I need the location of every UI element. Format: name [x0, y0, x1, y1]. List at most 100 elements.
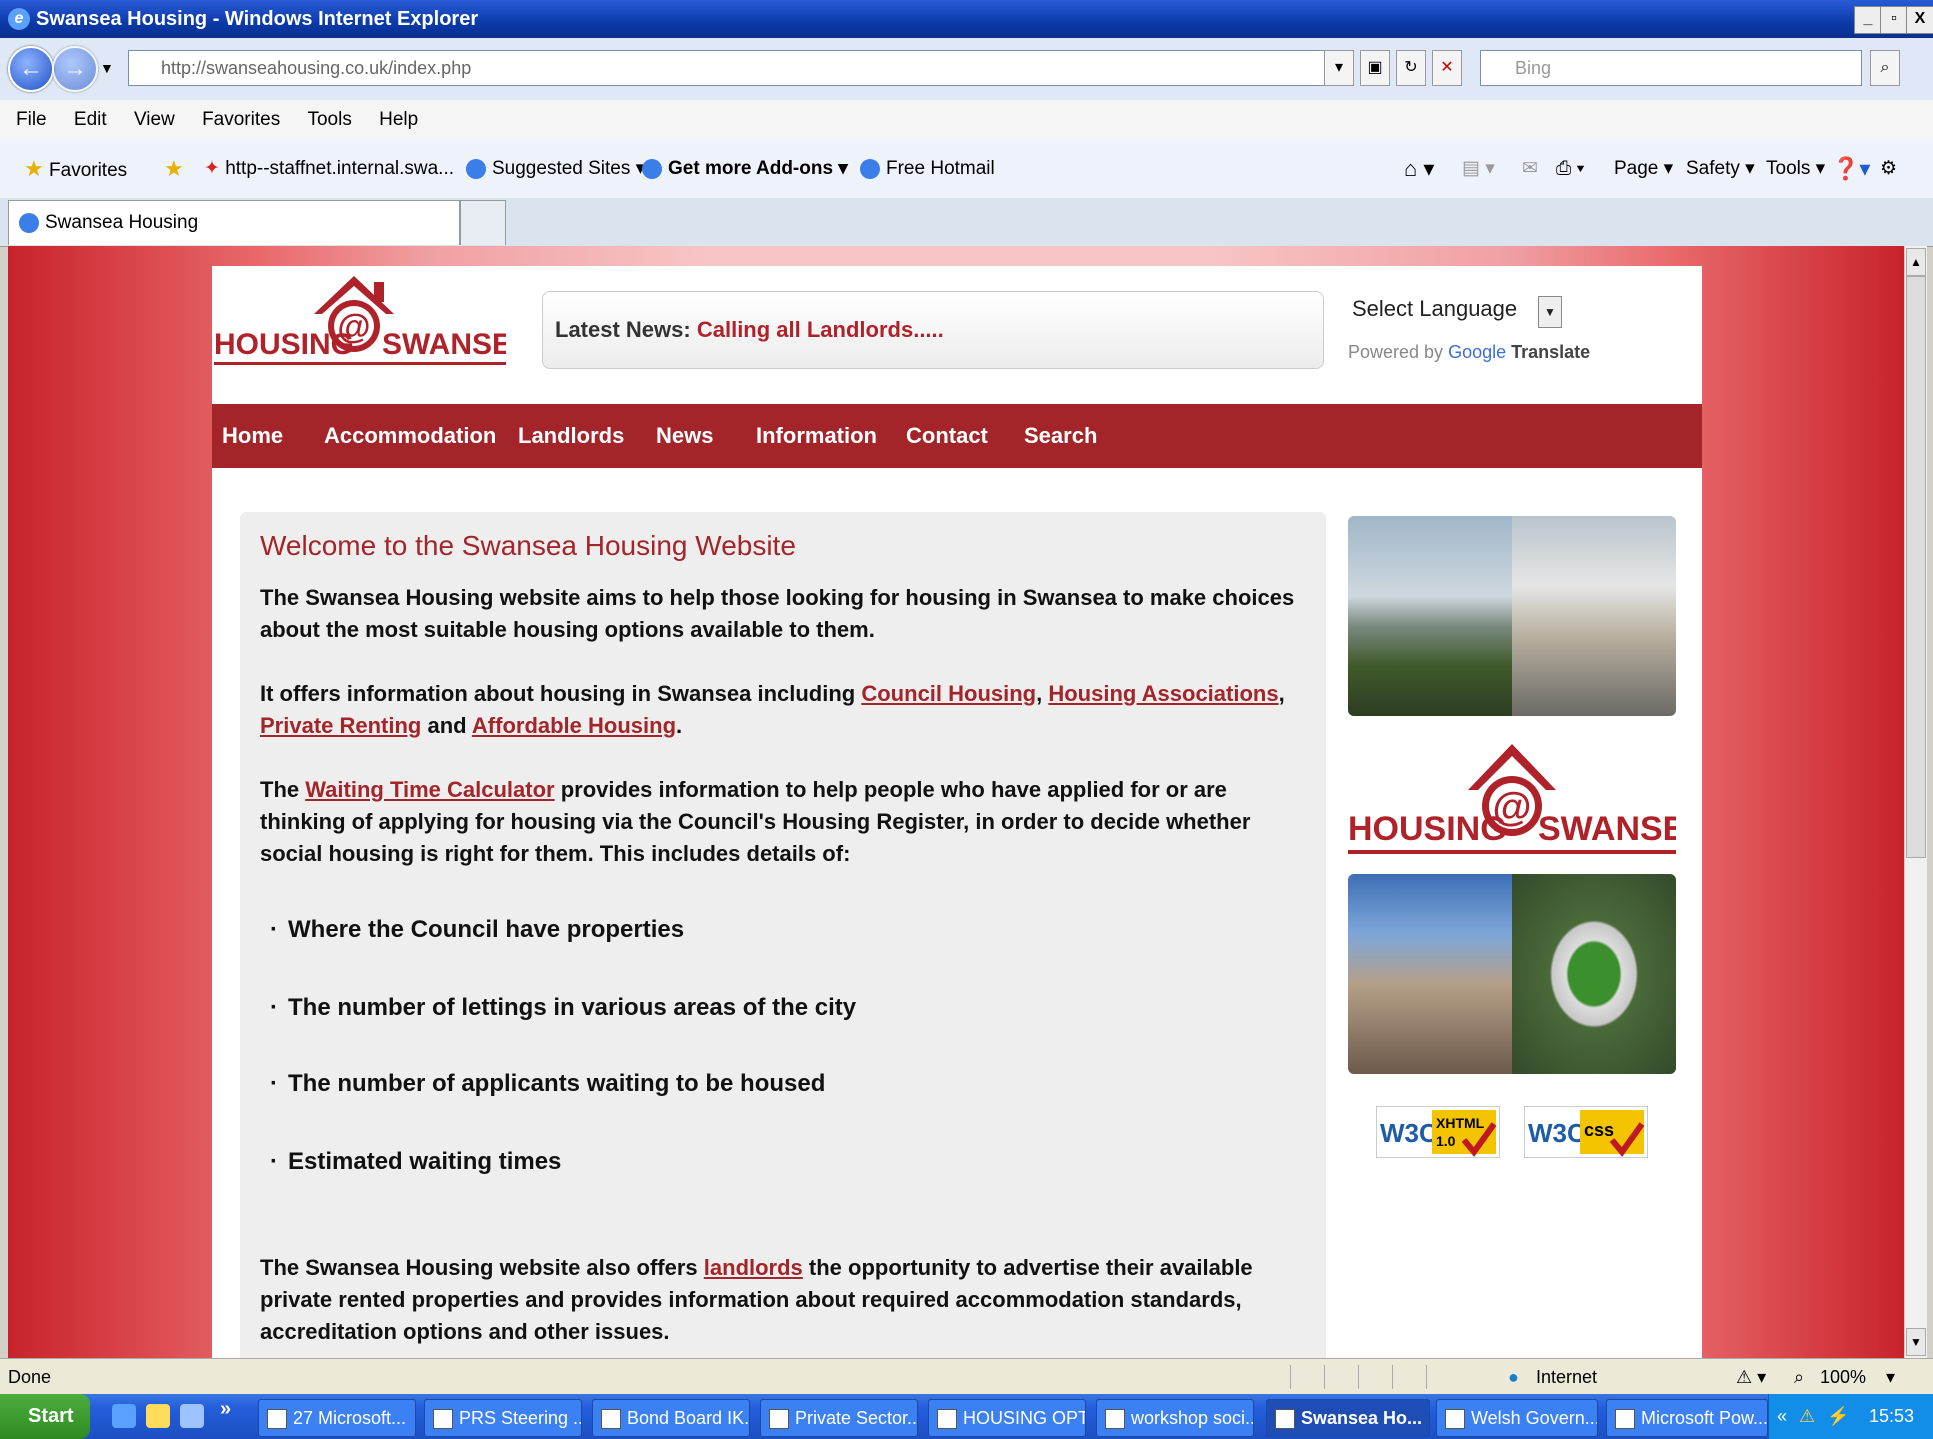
start-button[interactable]: Start — [0, 1394, 90, 1439]
zoom-icon[interactable]: ⌕ — [1794, 1359, 1804, 1395]
nav-search[interactable]: Search — [1024, 404, 1097, 468]
zoom-level[interactable]: 100% — [1820, 1359, 1866, 1395]
list-item: The number of applicants waiting to be h… — [270, 1070, 825, 1098]
tray-expand-icon[interactable]: « — [1777, 1394, 1787, 1439]
task-bond-board[interactable]: Bond Board IK... — [592, 1399, 750, 1437]
language-dropdown-icon[interactable]: ▼ — [1538, 296, 1562, 328]
link-landlords[interactable]: landlords — [704, 1255, 803, 1280]
clock[interactable]: 15:53 — [1869, 1394, 1914, 1439]
fav-link-hotmail[interactable]: Free Hotmail — [860, 140, 995, 198]
address-dropdown-icon[interactable]: ▾ — [1324, 50, 1354, 86]
task-workshop[interactable]: workshop soci... — [1096, 1399, 1254, 1437]
task-housing-opt[interactable]: HOUSING OPT... — [928, 1399, 1086, 1437]
nav-home[interactable]: Home — [222, 404, 283, 468]
svg-text:XHTML: XHTML — [1436, 1115, 1485, 1131]
task-swansea-housing[interactable]: Swansea Ho... — [1266, 1399, 1430, 1437]
task-microsoft-powerpoint[interactable]: Microsoft Pow... — [1606, 1399, 1768, 1437]
close-button[interactable]: X — [1906, 6, 1933, 34]
w3c-xhtml-badge[interactable]: W3C XHTML 1.0 — [1375, 1105, 1501, 1159]
fav-link-addons[interactable]: Get more Add-ons ▾ — [642, 140, 848, 198]
page-menu[interactable]: Page ▾ — [1614, 140, 1673, 198]
feeds-icon[interactable]: ▤ ▾ — [1462, 140, 1495, 198]
protected-mode-icon[interactable]: ⚠ ▾ — [1736, 1359, 1766, 1395]
menu-file[interactable]: File — [16, 109, 47, 130]
nav-contact[interactable]: Contact — [906, 404, 988, 468]
w3c-css-badge[interactable]: W3C css — [1523, 1105, 1649, 1159]
minimize-button[interactable]: _ — [1854, 6, 1882, 34]
fav-link-staffnet[interactable]: ✦ http--staffnet.internal.swa... — [204, 140, 454, 198]
menu-help[interactable]: Help — [379, 109, 418, 130]
ie-icon — [1445, 1409, 1465, 1430]
svg-text:css: css — [1584, 1120, 1614, 1140]
status-bar: Done ● Internet ⚠ ▾ ⌕ 100% ▾ — [0, 1358, 1933, 1395]
scroll-up-icon[interactable]: ▲ — [1906, 248, 1926, 276]
back-icon[interactable]: ← — [8, 46, 54, 92]
add-favorite-icon[interactable]: ★ — [164, 140, 184, 198]
menu-bar: File Edit View Favorites Tools Help — [0, 100, 1933, 141]
address-bar[interactable]: http://swanseahousing.co.uk/index.php — [128, 50, 1350, 86]
desktop-quicklaunch-icon[interactable] — [180, 1404, 204, 1428]
globe-icon: ● — [1508, 1367, 1519, 1387]
outlook-quicklaunch-icon[interactable] — [146, 1404, 170, 1428]
zone-text: Internet — [1536, 1367, 1598, 1387]
task-welsh-government[interactable]: Welsh Govern... — [1436, 1399, 1598, 1437]
nav-accommodation[interactable]: Accommodation — [324, 404, 496, 468]
google-logo-text[interactable]: Google — [1448, 342, 1506, 362]
search-icon[interactable]: ⌕ — [1870, 50, 1900, 86]
print-icon[interactable]: ⎙ ▾ — [1556, 140, 1584, 198]
link-waiting-time-calculator[interactable]: Waiting Time Calculator — [305, 777, 554, 802]
task-microsoft-outlook[interactable]: 27 Microsoft... — [258, 1399, 416, 1437]
tab-swansea-housing[interactable]: Swansea Housing — [8, 200, 460, 245]
tools-menu[interactable]: Tools ▾ — [1766, 140, 1825, 198]
task-prs-steering[interactable]: PRS Steering ... — [424, 1399, 582, 1437]
ie-quicklaunch-icon[interactable] — [112, 1404, 136, 1428]
stop-icon[interactable]: ✕ — [1432, 50, 1462, 86]
menu-favorites[interactable]: Favorites — [202, 109, 280, 130]
latest-news-link[interactable]: Calling all Landlords..... — [697, 317, 944, 342]
refresh-icon[interactable]: ↻ — [1396, 50, 1426, 86]
history-dropdown-icon[interactable]: ▼ — [100, 60, 114, 76]
link-private-renting[interactable]: Private Renting — [260, 713, 421, 738]
menu-tools[interactable]: Tools — [307, 109, 351, 130]
svg-text:HOUSING: HOUSING — [214, 328, 354, 361]
favorites-button[interactable]: ★ Favorites — [24, 140, 127, 200]
page-heading: Welcome to the Swansea Housing Website — [260, 530, 796, 561]
menu-view[interactable]: View — [134, 109, 175, 130]
nav-information[interactable]: Information — [756, 404, 877, 468]
svg-text:SWANSEA: SWANSEA — [382, 328, 506, 361]
scroll-thumb[interactable] — [1906, 276, 1926, 858]
nav-landlords[interactable]: Landlords — [518, 404, 624, 468]
svg-text:SWANSEA: SWANSEA — [1538, 810, 1676, 848]
window-titlebar: e Swansea Housing - Windows Internet Exp… — [0, 0, 1933, 38]
link-housing-associations[interactable]: Housing Associations — [1048, 681, 1278, 706]
word-icon — [769, 1409, 789, 1430]
mail-icon[interactable]: ✉ — [1522, 140, 1538, 198]
new-tab-button[interactable] — [460, 200, 506, 245]
star-icon: ★ — [24, 156, 44, 181]
scroll-down-icon[interactable]: ▼ — [1906, 1328, 1926, 1356]
menu-edit[interactable]: Edit — [74, 109, 107, 130]
language-selector: Select Language ▼ Powered by Google Tran… — [1348, 296, 1672, 376]
zoom-dropdown-icon[interactable]: ▾ — [1886, 1359, 1895, 1395]
maximize-button[interactable]: ▫ — [1880, 6, 1908, 34]
search-input[interactable]: Bing — [1480, 50, 1862, 86]
intro-paragraph: The Swansea Housing website aims to help… — [260, 585, 1295, 642]
list-item: The number of lettings in various areas … — [270, 994, 856, 1022]
forward-icon[interactable]: → — [52, 46, 98, 92]
landlords-paragraph: The Swansea Housing website also offers … — [260, 1255, 1253, 1344]
nav-news[interactable]: News — [656, 404, 713, 468]
svg-text:W3C: W3C — [1380, 1118, 1438, 1148]
link-council-housing[interactable]: Council Housing — [861, 681, 1036, 706]
select-language[interactable]: Select Language — [1352, 296, 1517, 322]
link-affordable-housing[interactable]: Affordable Housing — [472, 713, 676, 738]
safety-menu[interactable]: Safety ▾ — [1686, 140, 1755, 198]
research-icon[interactable]: ⚙ — [1880, 140, 1897, 198]
quicklaunch-more-icon[interactable]: » — [220, 1398, 231, 1421]
fav-link-suggested-sites[interactable]: Suggested Sites ▾ — [466, 140, 645, 198]
security-tray-icon[interactable]: ⚠ — [1799, 1394, 1815, 1439]
network-tray-icon[interactable]: ⚡ — [1827, 1394, 1849, 1439]
help-icon[interactable]: ❓▾ — [1832, 140, 1870, 198]
home-icon[interactable]: ⌂ ▾ — [1404, 140, 1434, 198]
task-private-sector[interactable]: Private Sector... — [760, 1399, 918, 1437]
compatibility-icon[interactable]: ▣ — [1360, 50, 1390, 86]
